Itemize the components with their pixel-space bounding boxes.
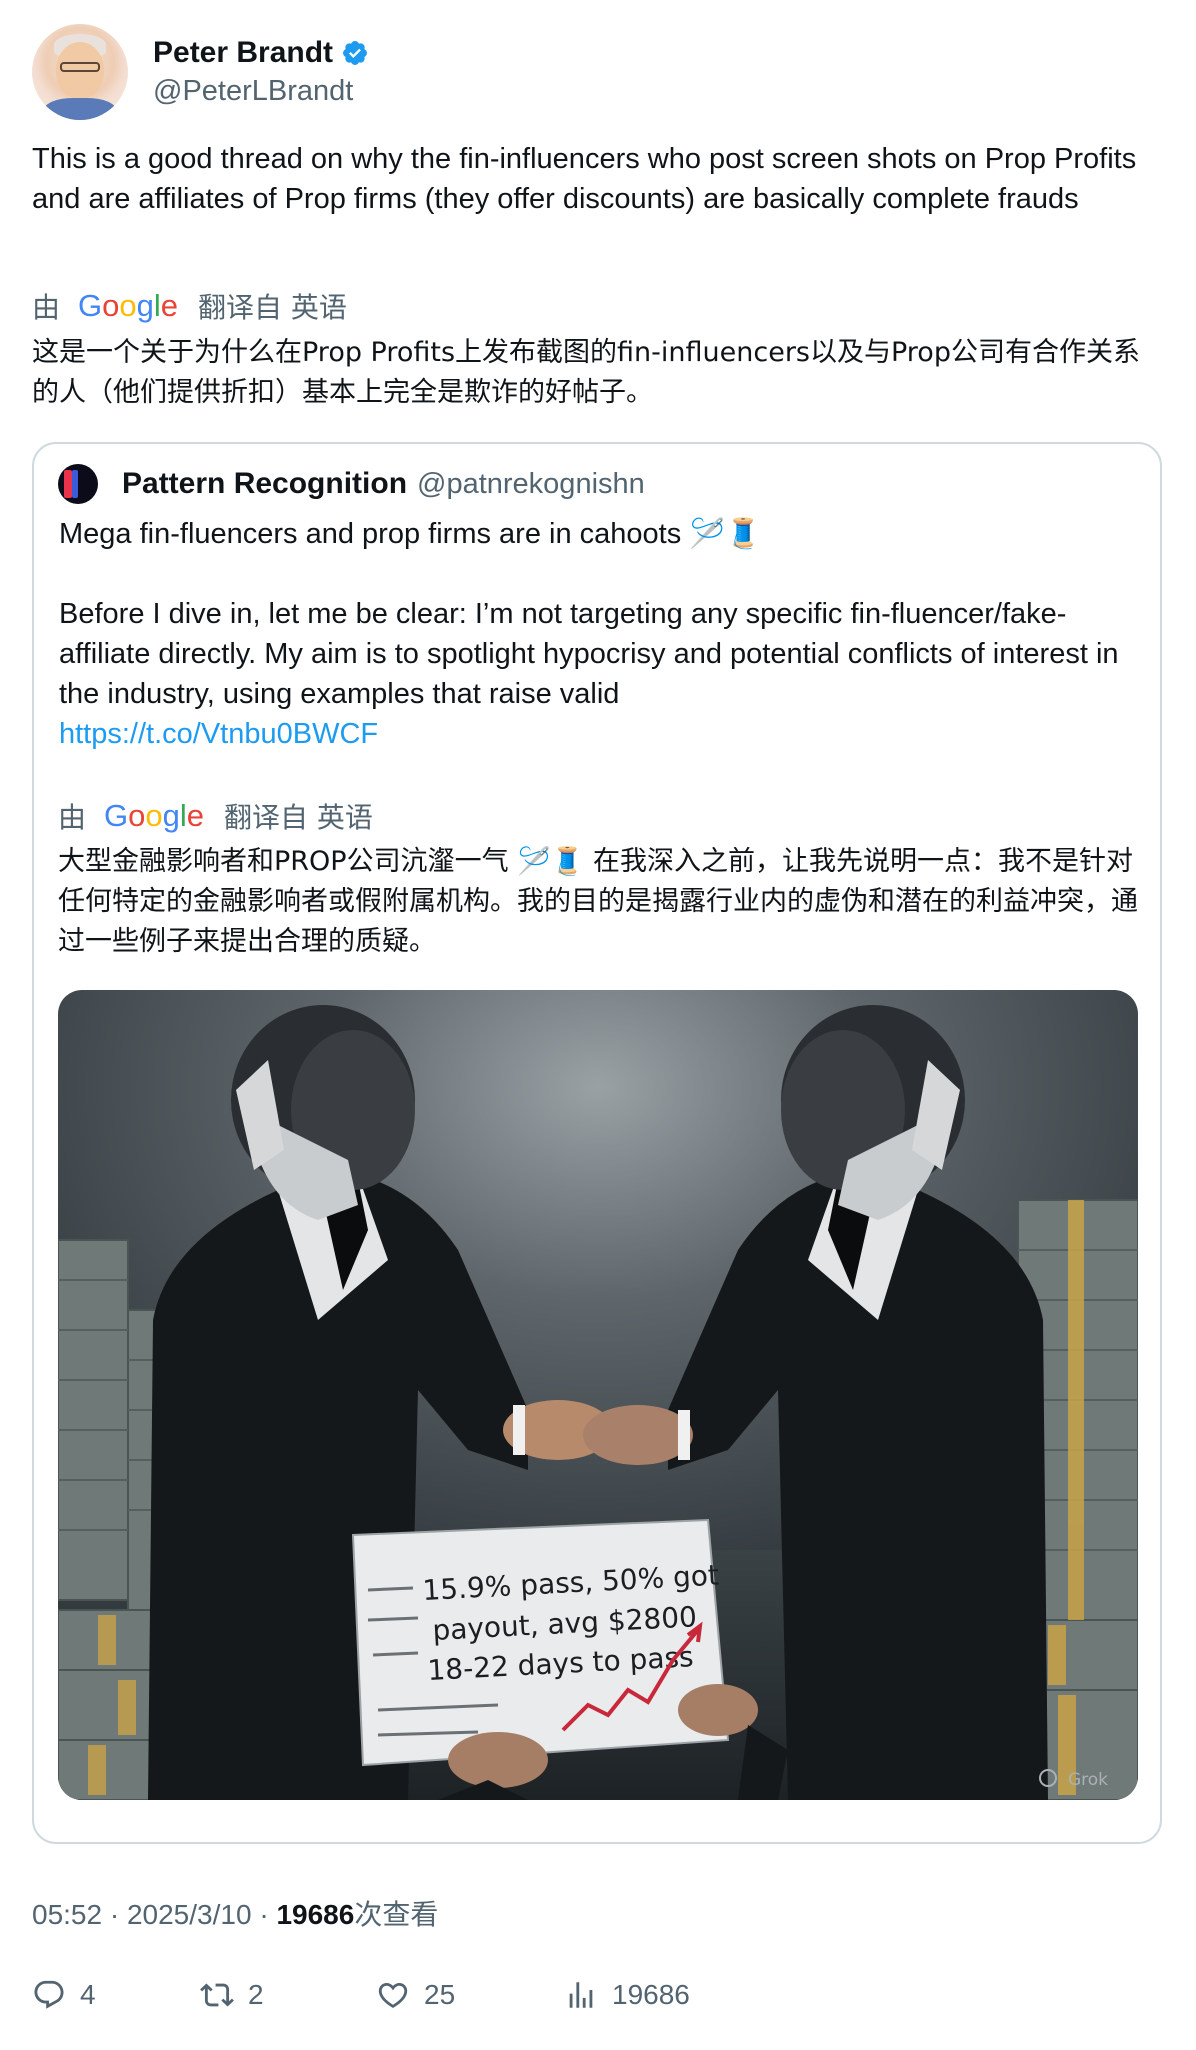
view-count: 19686 [276, 1899, 355, 1930]
analytics-icon [569, 1982, 593, 2008]
author-name[interactable]: Peter Brandt [153, 34, 333, 72]
like-button[interactable]: 25 [376, 1978, 455, 2012]
quoted-author-handle[interactable]: @patnrekognishn [417, 468, 645, 501]
google-logo-icon: Google [104, 798, 205, 833]
tweet-date[interactable]: 2025/3/10 [127, 1899, 252, 1930]
quoted-text-body: Before I dive in, let me be clear: I’m n… [59, 598, 1127, 710]
repost-icon [200, 1983, 234, 2007]
author-names: Peter Brandt @PeterLBrandt [153, 34, 369, 110]
tweet-time[interactable]: 05:52 [32, 1899, 102, 1930]
translation-source-label[interactable]: 翻译自 英语 [198, 286, 347, 326]
views-button[interactable]: 19686 [564, 1978, 690, 2012]
author-handle[interactable]: @PeterLBrandt [153, 72, 369, 110]
translated-by-label: 由 [32, 291, 61, 324]
quoted-translation-attribution: 由 Google 翻译自 英语 [58, 796, 373, 836]
action-bar: 4 2 25 19686 [32, 1978, 1162, 2028]
quoted-text-headline: Mega fin-fluencers and prop firms are in… [59, 518, 762, 550]
paper-sign: 15.9% pass, 50% got payout, avg $2800 18… [351, 1518, 730, 1767]
grok-watermark: Grok [1068, 1770, 1108, 1790]
like-count: 25 [424, 1979, 456, 2010]
quoted-tweet-link[interactable]: https://t.co/Vtnbu0BWCF [59, 718, 378, 750]
quoted-translated-by-label: 由 [58, 801, 87, 834]
author-header: Peter Brandt @PeterLBrandt [32, 24, 369, 120]
tweet-page: Peter Brandt @PeterLBrandt This is a goo… [0, 0, 1196, 2050]
handshake [503, 1400, 693, 1465]
tweet-timestamp: 05:52 · 2025/3/10 · 19686次查看 [32, 1898, 439, 1931]
google-logo-icon: Google [78, 288, 179, 323]
quoted-tweet-text: Mega fin-fluencers and prop firms are in… [59, 514, 1139, 754]
reply-button[interactable]: 4 [32, 1978, 96, 2012]
repost-button[interactable]: 2 [200, 1978, 264, 2012]
author-avatar[interactable] [32, 24, 128, 120]
translation-attribution: 由 Google 翻译自 英语 [32, 286, 347, 326]
quoted-author-name[interactable]: Pattern Recognition [122, 467, 407, 501]
tweet-text: This is a good thread on why the fin-inf… [32, 143, 1137, 215]
repost-count: 2 [248, 1979, 264, 2010]
views-count: 19686 [612, 1979, 690, 2010]
views-label: 次查看 [354, 1898, 439, 1931]
handshake-illustration: 15.9% pass, 50% got payout, avg $2800 18… [58, 990, 1138, 1800]
verified-badge-icon [343, 41, 368, 65]
quoted-author-avatar[interactable] [58, 464, 98, 504]
reply-count: 4 [80, 1979, 96, 2010]
quoted-tweet-header: Pattern Recognition @patnrekognishn [58, 464, 645, 504]
heart-icon [378, 1982, 408, 2008]
quoted-translation-source-label[interactable]: 翻译自 英语 [224, 796, 373, 836]
tweet-translated-text: 这是一个关于为什么在Prop Profits上发布截图的fin-influenc… [32, 337, 1140, 408]
quoted-tweet-image[interactable]: 15.9% pass, 50% got payout, avg $2800 18… [58, 990, 1138, 1800]
quoted-translated-text: 大型金融影响者和PROP公司沆瀣一气 🪡🧵 在我深入之前，让我先说明一点：我不是… [58, 846, 1138, 957]
quoted-tweet-card[interactable]: Pattern Recognition @patnrekognishn Mega… [32, 442, 1162, 1844]
reply-icon [34, 1980, 64, 2009]
